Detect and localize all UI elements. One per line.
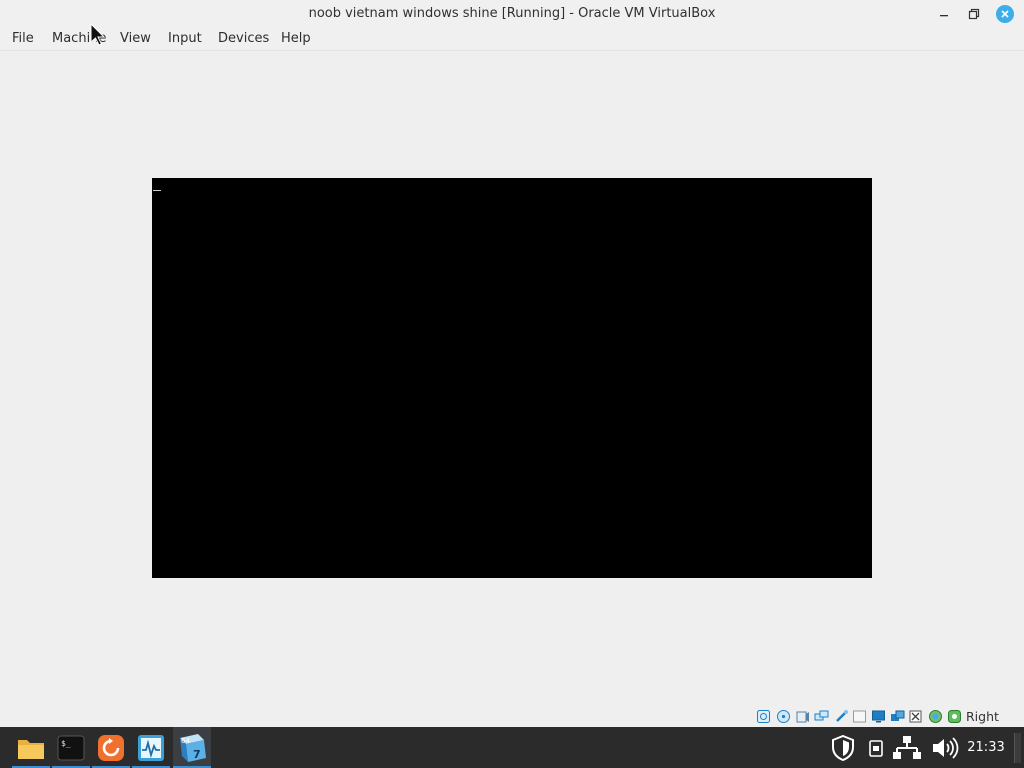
tray-network[interactable] [892,727,922,768]
taskbar-app-terminal[interactable]: $_ [52,727,90,768]
system-monitor-icon [138,734,164,761]
svg-text:64: 64 [181,737,190,745]
minimize-button[interactable] [934,4,954,24]
audio-icon[interactable] [795,709,810,724]
title-bar[interactable]: noob vietnam windows shine [Running] - O… [0,0,1024,28]
vm-display[interactable] [152,178,872,578]
restore-button[interactable] [964,4,984,24]
minimize-icon [940,15,948,17]
tray-volume[interactable] [930,727,960,768]
host-key-label[interactable]: Right Ctrl [966,706,1024,745]
menu-file[interactable]: File [12,28,34,50]
menu-help[interactable]: Help [281,28,311,50]
network-icon [893,735,921,759]
restore-icon [968,8,980,20]
virtualbox-icon: 64 7 [180,733,206,762]
taskbar-app-sysmon[interactable] [132,727,170,768]
menu-bar: File Machine View Input Devices Help [0,28,1024,51]
clock[interactable]: 21:33 [962,727,1010,768]
optical-drive-icon[interactable] [776,709,791,724]
file-manager-icon [18,739,44,759]
video-capture-icon[interactable] [890,709,905,724]
display-icon[interactable] [871,709,886,724]
vm-status-bar: Right Ctrl [0,706,1024,745]
clipboard-icon [869,739,883,757]
close-icon [996,5,1014,23]
usb-icon[interactable] [834,709,849,724]
menu-devices[interactable]: Devices [218,28,269,50]
menu-view[interactable]: View [120,28,151,50]
mouse-integration-icon[interactable] [947,709,962,724]
update-manager-icon [98,734,124,761]
tray-clipboard[interactable] [866,727,886,768]
terminal-icon: $_ [57,735,85,760]
shield-icon [832,734,854,761]
menu-machine[interactable]: Machine [52,28,106,50]
taskbar-app-files[interactable] [12,727,50,768]
text-cursor [153,190,161,191]
close-button[interactable] [995,4,1015,24]
tray-shield[interactable] [828,727,858,768]
recording-icon[interactable] [908,709,923,724]
svg-text:$_: $_ [61,739,71,748]
show-desktop-button[interactable] [1014,733,1021,763]
shared-folders-icon[interactable] [852,709,867,724]
window-title: noob vietnam windows shine [Running] - O… [308,6,716,21]
taskbar-app-update[interactable] [92,727,130,768]
taskbar: $_ 64 7 21:33 [0,727,1024,768]
hard-disk-icon[interactable] [756,709,771,724]
network-icon[interactable] [814,709,829,724]
svg-text:7: 7 [193,748,201,761]
cpu-icon[interactable] [928,709,943,724]
volume-icon [933,736,959,759]
menu-input[interactable]: Input [168,28,202,50]
taskbar-app-virtualbox[interactable]: 64 7 [173,727,211,768]
